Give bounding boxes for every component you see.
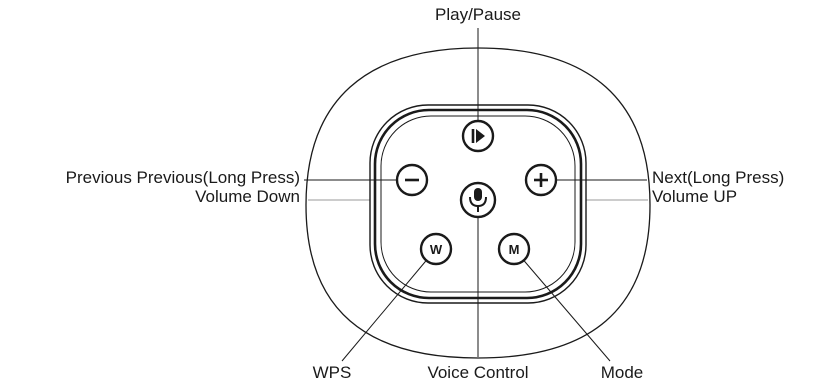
label-wps: WPS — [313, 363, 352, 382]
label-volume-down: Volume Down — [195, 187, 300, 206]
wps-button[interactable]: W — [419, 232, 453, 266]
remote-diagram: W M Play/Pause Previous Previous(Long Pr… — [0, 0, 818, 387]
mode-button-letter: M — [509, 242, 520, 257]
volume-down-button[interactable] — [395, 163, 429, 197]
volume-up-button[interactable] — [524, 163, 558, 197]
diagram-canvas: W M Play/Pause Previous Previous(Long Pr… — [66, 5, 785, 382]
label-volume-up: Volume UP — [652, 187, 737, 206]
voice-control-button[interactable] — [459, 181, 497, 219]
label-mode: Mode — [601, 363, 644, 382]
label-voice-control: Voice Control — [427, 363, 528, 382]
label-play-pause: Play/Pause — [435, 5, 521, 24]
mode-button[interactable]: M — [497, 232, 531, 266]
label-next: Next(Long Press) — [652, 168, 784, 187]
leader-wps — [341, 255, 431, 362]
label-previous: Previous Previous(Long Press) — [66, 168, 300, 187]
play-pause-button[interactable] — [461, 119, 495, 153]
wps-button-letter: W — [430, 242, 443, 257]
